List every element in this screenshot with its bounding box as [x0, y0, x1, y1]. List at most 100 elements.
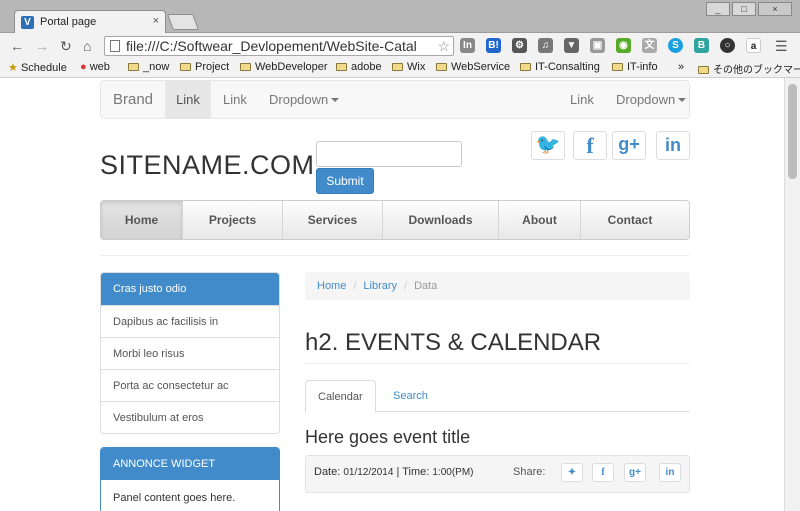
bookmark-star-icon[interactable]: ☆: [437, 38, 450, 55]
settings-gear-icon[interactable]: ⚙: [512, 38, 527, 53]
tab-search[interactable]: Search: [381, 380, 440, 412]
other-bookmarks[interactable]: その他のブックマーク: [698, 61, 800, 76]
extension-icon[interactable]: B: [694, 38, 709, 53]
bookmark-item[interactable]: IT-info: [612, 61, 658, 73]
folder-icon: [180, 63, 191, 71]
content-tabs: Calendar Search: [305, 380, 690, 413]
breadcrumb-current: Data: [414, 280, 438, 292]
sidebar-item[interactable]: Porta ac consectetur ac: [101, 369, 279, 401]
address-bar[interactable]: file:///C:/Softwear_Devlopement/WebSite-…: [104, 36, 454, 56]
submit-button[interactable]: Submit: [316, 168, 374, 194]
mainnav-home[interactable]: Home: [101, 201, 183, 239]
google-plus-icon[interactable]: g+: [612, 131, 646, 160]
bookmark-item[interactable]: Project: [180, 61, 229, 73]
navbar-dropdown-right[interactable]: Dropdown: [616, 81, 687, 118]
page-icon: [110, 40, 120, 52]
bookmark-item[interactable]: ● web: [80, 61, 110, 73]
chrome-icon: ●: [80, 61, 87, 73]
navbar-brand[interactable]: Brand: [113, 81, 153, 118]
pocket-icon[interactable]: ▼: [564, 38, 579, 53]
folder-icon: [336, 63, 347, 71]
maximize-button[interactable]: □: [732, 2, 756, 16]
record-icon[interactable]: ○: [720, 38, 735, 53]
mainnav-downloads[interactable]: Downloads: [383, 201, 499, 239]
breadcrumb-home[interactable]: Home: [317, 280, 346, 292]
scrollbar-thumb[interactable]: [788, 84, 797, 179]
page-content: Brand Link Link Dropdown Link Dropdown S…: [0, 78, 784, 511]
navbar-link-active[interactable]: Link: [165, 81, 211, 118]
vertical-scrollbar[interactable]: [784, 78, 800, 511]
navbar-link-right[interactable]: Link: [570, 81, 594, 118]
caret-down-icon: [678, 98, 687, 102]
amazon-icon[interactable]: a: [746, 38, 761, 53]
skype-icon[interactable]: S: [668, 38, 683, 53]
mainnav-contact[interactable]: Contact: [581, 201, 679, 239]
event-title: Here goes event title: [305, 427, 471, 447]
cast-icon[interactable]: ▣: [590, 38, 605, 53]
navbar-dropdown[interactable]: Dropdown: [269, 81, 340, 118]
breadcrumb-library[interactable]: Library: [363, 280, 397, 292]
mainnav-projects[interactable]: Projects: [183, 201, 283, 239]
bookmark-item[interactable]: Wix: [392, 61, 425, 73]
tab-close-icon[interactable]: ×: [153, 15, 159, 27]
share-linkedin-icon[interactable]: in: [659, 463, 681, 482]
navbar-link[interactable]: Link: [223, 81, 247, 118]
bookmarks-bar: ★ Schedule ● web _now Project WebDevelop…: [0, 59, 800, 78]
sidebar-item-active[interactable]: Cras justo odio: [101, 273, 279, 305]
hatena-bookmark-icon[interactable]: B!: [486, 38, 501, 53]
url-text[interactable]: file:///C:/Softwear_Devlopement/WebSite-…: [126, 38, 438, 54]
event-time: 1:00(PM): [432, 467, 474, 478]
bookmark-item[interactable]: WebService: [436, 61, 510, 73]
evernote-icon[interactable]: ◉: [616, 38, 631, 53]
window-controls: _ □ ×: [706, 2, 792, 16]
star-icon: ★: [8, 62, 18, 74]
folder-icon: [698, 66, 709, 74]
close-window-button[interactable]: ×: [758, 2, 792, 16]
heading-divider: [305, 363, 690, 364]
sidebar-list: Cras justo odio Dapibus ac facilisis in …: [100, 272, 280, 434]
breadcrumb-separator: /: [404, 280, 408, 292]
linkedin-icon[interactable]: in: [656, 131, 690, 160]
translate-icon[interactable]: 文: [642, 38, 657, 53]
bookmark-item[interactable]: IT-Consalting: [520, 61, 600, 73]
new-tab-button[interactable]: [167, 14, 199, 30]
bookmark-item[interactable]: WebDeveloper: [240, 61, 328, 73]
folder-icon: [392, 63, 403, 71]
twitter-icon[interactable]: 🐦: [531, 131, 565, 160]
extension-icon[interactable]: ♫: [538, 38, 553, 53]
reload-icon[interactable]: ↻: [60, 37, 72, 55]
menu-icon[interactable]: ☰: [775, 37, 788, 55]
favicon-icon: V: [21, 16, 34, 29]
share-label: Share:: [513, 466, 546, 478]
sidebar-item[interactable]: Vestibulum at eros: [101, 401, 279, 433]
page-heading: h2. EVENTS & CALENDAR: [305, 329, 602, 356]
folder-icon: [128, 63, 139, 71]
sidebar-item[interactable]: Morbi leo risus: [101, 337, 279, 369]
facebook-icon[interactable]: f: [573, 131, 607, 160]
search-input[interactable]: [316, 141, 462, 167]
minimize-button[interactable]: _: [706, 2, 730, 16]
share-google-plus-icon[interactable]: g+: [624, 463, 646, 482]
event-datetime: Date: 01/12/2014 | Time: 1:00(PM): [314, 466, 474, 478]
back-arrow-icon[interactable]: ←: [10, 37, 24, 55]
extension-icon[interactable]: In: [460, 38, 475, 53]
bookmark-item[interactable]: _now: [128, 61, 169, 73]
breadcrumb: Home / Library / Data: [305, 272, 690, 300]
tab-calendar[interactable]: Calendar: [305, 380, 376, 413]
bookmark-item[interactable]: ★ Schedule: [8, 61, 67, 74]
browser-tab[interactable]: V Portal page ×: [14, 10, 166, 34]
mainnav-about[interactable]: About: [499, 201, 581, 239]
share-facebook-icon[interactable]: f: [592, 463, 614, 482]
share-twitter-icon[interactable]: ✦: [561, 463, 583, 482]
bookmark-item[interactable]: adobe: [336, 61, 382, 73]
forward-arrow-icon[interactable]: →: [35, 37, 49, 55]
event-meta: Date: 01/12/2014 | Time: 1:00(PM) Share:…: [305, 455, 690, 493]
main-navigation: Home Projects Services Downloads About C…: [100, 200, 690, 240]
announce-widget: ANNONCE WIDGET Panel content goes here.: [100, 447, 280, 511]
event-date: 01/12/2014: [343, 467, 394, 478]
bookmarks-overflow[interactable]: »: [678, 61, 684, 73]
mainnav-services[interactable]: Services: [283, 201, 383, 239]
home-icon[interactable]: ⌂: [83, 37, 91, 55]
sidebar-item[interactable]: Dapibus ac facilisis in: [101, 305, 279, 337]
browser-toolbar: ← → ↻ ⌂ file:///C:/Softwear_Devlopement/…: [0, 33, 800, 59]
